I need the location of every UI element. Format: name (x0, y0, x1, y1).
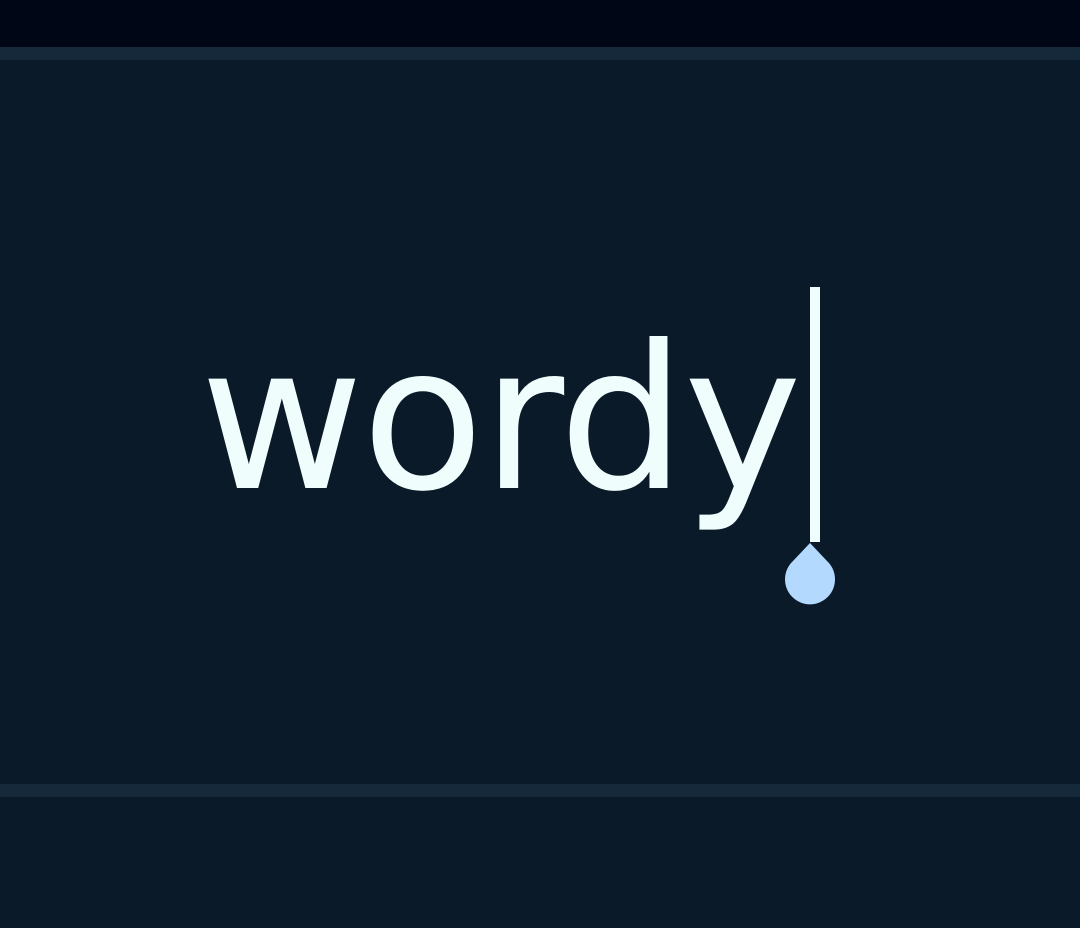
bottom-panel (0, 797, 1080, 928)
status-bar (0, 0, 1080, 47)
top-divider (0, 47, 1080, 60)
bottom-divider (0, 784, 1080, 797)
text-cursor-handle-icon[interactable] (783, 541, 837, 605)
caret-handle-shape (785, 543, 835, 605)
text-caret (810, 287, 820, 542)
text-input-value[interactable]: wordy (200, 320, 802, 530)
